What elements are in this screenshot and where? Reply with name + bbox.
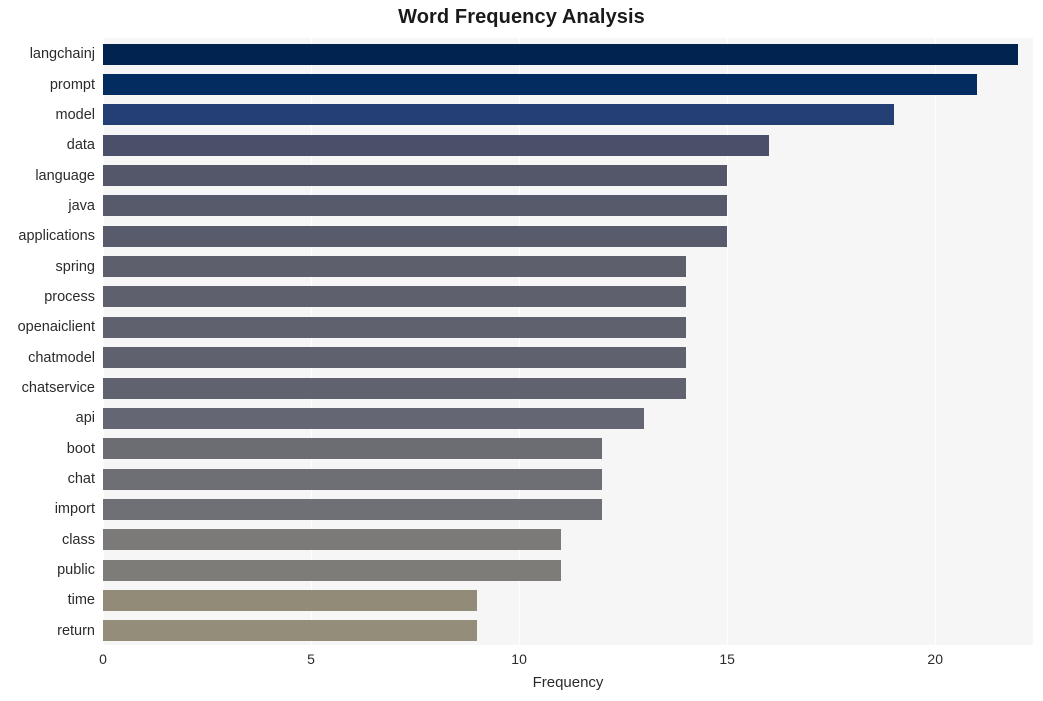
y-tick-label-spring: spring bbox=[55, 258, 96, 275]
bar-row bbox=[103, 377, 1033, 399]
bar-row bbox=[103, 529, 1033, 551]
y-tick-label-process: process bbox=[44, 288, 95, 305]
y-tick-label-boot: boot bbox=[66, 440, 95, 457]
bar-data[interactable] bbox=[103, 134, 769, 156]
bar-row bbox=[103, 195, 1033, 217]
x-axis-title: Frequency bbox=[532, 674, 604, 691]
y-tick-label-data: data bbox=[66, 137, 95, 154]
bar-applications[interactable] bbox=[103, 225, 728, 247]
bar-row bbox=[103, 559, 1033, 581]
bar-row bbox=[103, 286, 1033, 308]
x-axis-tick-labels: 0 5 10 15 20 bbox=[99, 645, 1033, 675]
bar-import[interactable] bbox=[103, 498, 603, 520]
bar-boot[interactable] bbox=[103, 438, 603, 460]
bar-row bbox=[103, 104, 1033, 126]
x-tick-label-0: 0 bbox=[99, 651, 107, 667]
bar-chatmodel[interactable] bbox=[103, 347, 686, 369]
bar-row bbox=[103, 134, 1033, 156]
bar-row bbox=[103, 438, 1033, 460]
bar-row bbox=[103, 468, 1033, 490]
y-tick-label-class: class bbox=[61, 531, 95, 548]
bar-row bbox=[103, 43, 1033, 65]
y-tick-label-chatservice: chatservice bbox=[21, 380, 95, 397]
y-tick-label-langchainj: langchainj bbox=[29, 46, 95, 63]
y-tick-label-prompt: prompt bbox=[49, 76, 95, 93]
bar-row bbox=[103, 74, 1033, 96]
chart-title: Word Frequency Analysis bbox=[398, 6, 645, 28]
bar-langchainj[interactable] bbox=[103, 43, 1019, 65]
x-tick-label-10: 10 bbox=[511, 651, 527, 667]
y-tick-label-public: public bbox=[57, 562, 95, 579]
y-tick-label-java: java bbox=[68, 197, 95, 214]
y-tick-label-openaiclient: openaiclient bbox=[17, 319, 95, 336]
bar-row bbox=[103, 347, 1033, 369]
y-tick-label-language: language bbox=[35, 167, 95, 184]
bar-class[interactable] bbox=[103, 529, 561, 551]
bar-row bbox=[103, 498, 1033, 520]
bar-row bbox=[103, 256, 1033, 278]
bars-layer bbox=[103, 38, 1033, 645]
plot-area bbox=[103, 38, 1033, 645]
y-tick-label-return: return bbox=[57, 622, 95, 639]
bar-process[interactable] bbox=[103, 286, 686, 308]
bar-model[interactable] bbox=[103, 104, 894, 126]
bar-language[interactable] bbox=[103, 165, 728, 187]
x-tick-label-15: 15 bbox=[719, 651, 735, 667]
y-tick-label-api: api bbox=[75, 410, 95, 427]
bar-row bbox=[103, 589, 1033, 611]
bar-spring[interactable] bbox=[103, 256, 686, 278]
x-tick-label-5: 5 bbox=[307, 651, 315, 667]
y-tick-label-time: time bbox=[67, 592, 95, 609]
bar-public[interactable] bbox=[103, 559, 561, 581]
y-tick-label-applications: applications bbox=[18, 228, 95, 245]
bar-row bbox=[103, 620, 1033, 642]
y-tick-label-model: model bbox=[55, 106, 96, 123]
bar-row bbox=[103, 165, 1033, 187]
y-tick-label-import: import bbox=[54, 501, 95, 518]
bar-api[interactable] bbox=[103, 407, 644, 429]
x-tick-label-20: 20 bbox=[927, 651, 943, 667]
bar-return[interactable] bbox=[103, 620, 478, 642]
bar-openaiclient[interactable] bbox=[103, 316, 686, 338]
bar-prompt[interactable] bbox=[103, 74, 977, 96]
bar-time[interactable] bbox=[103, 589, 478, 611]
y-tick-label-chatmodel: chatmodel bbox=[28, 349, 95, 366]
chart-figure: Word Frequency Analysis langchainj prompt… bbox=[0, 0, 1043, 701]
bar-chat[interactable] bbox=[103, 468, 603, 490]
y-tick-label-chat: chat bbox=[67, 471, 95, 488]
bar-java[interactable] bbox=[103, 195, 728, 217]
bar-row bbox=[103, 225, 1033, 247]
bar-row bbox=[103, 407, 1033, 429]
bar-chatservice[interactable] bbox=[103, 377, 686, 399]
bar-row bbox=[103, 316, 1033, 338]
y-axis-tick-labels: langchainj prompt model data language java app… bbox=[0, 38, 95, 645]
